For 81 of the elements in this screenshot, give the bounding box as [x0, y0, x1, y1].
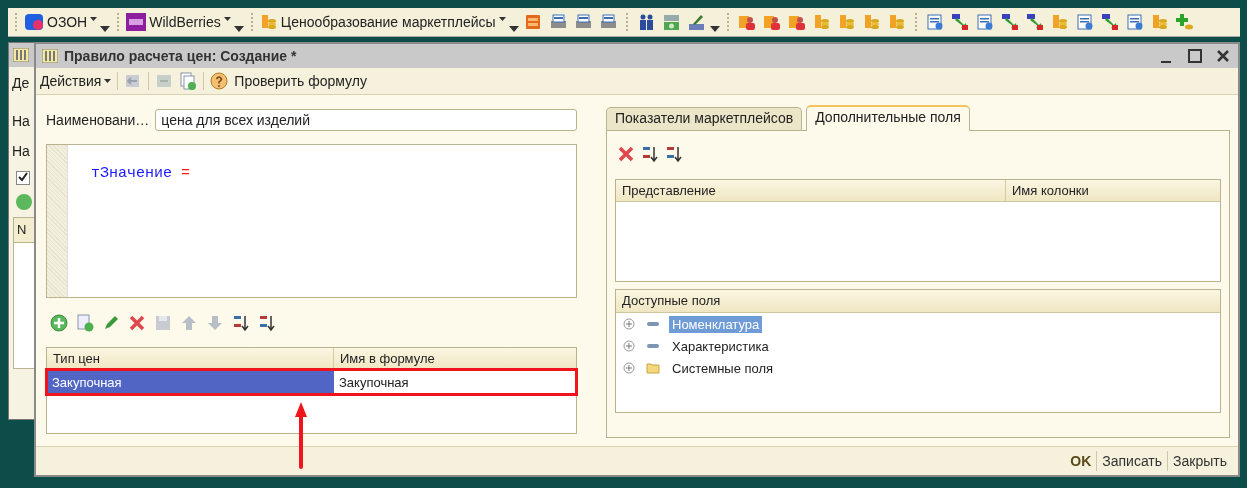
ozon-logo-icon — [24, 13, 44, 31]
tab[interactable]: Дополнительные поля — [806, 105, 970, 131]
actions-menu[interactable]: Действия — [40, 73, 112, 89]
sort-ascending-icon[interactable] — [232, 314, 250, 332]
toolbar-menu[interactable]: WildBerries — [149, 14, 231, 30]
toolbar-menu[interactable]: ОЗОН — [47, 14, 98, 30]
dialog-button[interactable]: OK — [1065, 451, 1097, 471]
folder-person-icon[interactable] — [762, 13, 781, 31]
transfer-icon[interactable] — [1025, 13, 1044, 31]
copy-add-icon[interactable] — [179, 72, 198, 90]
table-cell-text: Закупочная — [338, 373, 410, 392]
tree-item[interactable]: Системные поля — [669, 359, 777, 377]
form-label: На — [11, 113, 31, 129]
document-icon[interactable] — [925, 13, 944, 31]
dropdown-icon — [90, 17, 98, 21]
column-header[interactable]: Представление — [616, 180, 1006, 201]
folder-person-icon[interactable] — [737, 13, 756, 31]
copy-add-icon[interactable] — [76, 314, 94, 332]
field-icon — [646, 342, 660, 350]
dropdown-icon — [498, 17, 506, 21]
code-token: = — [181, 165, 191, 182]
table-cell: Закупочная — [47, 370, 334, 394]
table-row[interactable]: Закупочная Закупочная — [47, 370, 576, 394]
document-icon[interactable] — [975, 13, 994, 31]
transfer-icon[interactable] — [1100, 13, 1119, 31]
plus-icon[interactable] — [1175, 13, 1194, 31]
transfer-icon[interactable] — [1000, 13, 1019, 31]
folder-icon — [646, 362, 660, 374]
caret-icon[interactable] — [100, 26, 111, 32]
banknote-icon[interactable] — [661, 13, 680, 31]
table-icon — [42, 49, 58, 63]
form-label: Де — [11, 75, 31, 91]
column-header[interactable]: Имя в формуле — [334, 348, 576, 369]
caret-icon[interactable] — [508, 26, 519, 32]
printer-icon[interactable] — [573, 13, 592, 31]
delete-icon[interactable] — [617, 145, 635, 163]
expand-icon[interactable] — [623, 318, 635, 330]
expand-icon[interactable] — [623, 362, 635, 374]
delete-icon[interactable] — [128, 314, 146, 332]
column-header[interactable]: Тип цен — [47, 348, 334, 369]
sort-ascending-icon[interactable] — [641, 145, 659, 163]
formula-editor[interactable]: тЗначение = — [46, 144, 577, 298]
folder-person-icon[interactable] — [787, 13, 806, 31]
table-icon — [13, 48, 29, 62]
tree-item[interactable]: Характеристика — [669, 337, 772, 355]
column-header: N — [14, 218, 35, 243]
wb-logo-icon — [126, 13, 147, 31]
dropdown-icon — [104, 79, 112, 83]
sort-descending-icon[interactable] — [258, 314, 276, 332]
window-title: Правило расчета цен: Создание * — [64, 48, 297, 64]
caret-icon[interactable] — [709, 26, 720, 32]
document-icon[interactable] — [1125, 13, 1144, 31]
pencil-icon[interactable] — [102, 314, 120, 332]
printer-icon[interactable] — [548, 13, 567, 31]
field-icon — [646, 320, 660, 328]
transfer-icon[interactable] — [950, 13, 969, 31]
coins-icon — [259, 13, 278, 31]
panel-header: Доступные поля — [616, 290, 1220, 313]
sort-descending-icon[interactable] — [665, 145, 683, 163]
form-label: На — [11, 143, 31, 159]
code-token: тЗначение — [91, 165, 172, 182]
check-formula-button[interactable]: Проверить формулу — [234, 73, 367, 89]
column-header[interactable]: Имя колонки — [1006, 180, 1220, 201]
name-field[interactable]: цена для всех изделий — [155, 109, 577, 131]
add-icon[interactable] — [50, 314, 68, 332]
dialog-button[interactable]: Закрыть — [1167, 451, 1232, 471]
add-icon[interactable] — [15, 193, 33, 211]
dialog-button[interactable]: Записать — [1096, 451, 1168, 471]
arrow — [294, 401, 308, 469]
field-label: Наименовани… — [46, 112, 150, 128]
help-icon[interactable] — [210, 72, 229, 90]
checkbox[interactable] — [16, 171, 30, 185]
toolbar-menu[interactable]: Ценообразование маркетплейсы — [280, 14, 506, 30]
maximize-icon[interactable] — [1186, 47, 1204, 65]
expand-icon[interactable] — [623, 340, 635, 352]
printer-icon[interactable] — [598, 13, 617, 31]
tab[interactable]: Показатели маркетплейсов — [606, 107, 803, 130]
dropdown-icon — [223, 17, 231, 21]
caret-icon[interactable] — [233, 26, 244, 32]
document-icon[interactable] — [1075, 13, 1094, 31]
pen-icon[interactable] — [686, 13, 705, 31]
